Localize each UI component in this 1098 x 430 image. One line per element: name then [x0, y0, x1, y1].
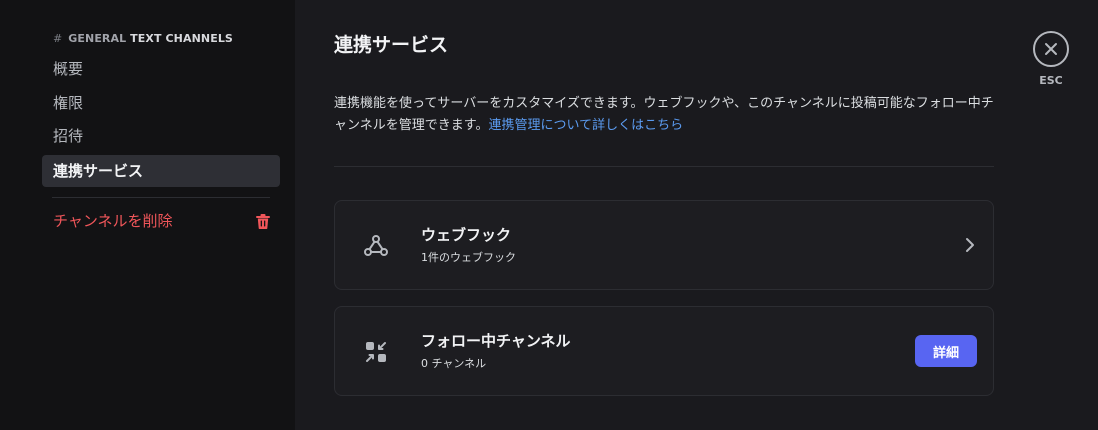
details-button[interactable]: 詳細: [915, 335, 977, 367]
category-name: TEXT CHANNELS: [130, 32, 233, 45]
esc-label: ESC: [1039, 74, 1063, 87]
chevron-right-icon: [966, 238, 974, 252]
close-button[interactable]: [1033, 31, 1069, 67]
followed-channels-count: 0 チャンネル: [421, 357, 487, 370]
sidebar-item-label: 権限: [53, 94, 84, 112]
close-control: ESC: [1033, 31, 1071, 87]
follow-channel-icon: [366, 342, 386, 362]
sidebar-item-overview[interactable]: 概要: [42, 53, 280, 85]
webhooks-count: 1件のウェブフック: [421, 251, 516, 264]
webhook-icon: [364, 235, 388, 256]
sidebar-divider: [52, 197, 270, 198]
learn-more-link[interactable]: 連携管理について詳しくはこちら: [488, 118, 683, 133]
channel-name: GENERAL: [68, 32, 127, 45]
sidebar-item-label: 概要: [53, 60, 84, 78]
webhooks-title: ウェブフック: [421, 226, 512, 244]
sidebar-item-invites[interactable]: 招待: [42, 120, 280, 152]
delete-channel-button[interactable]: チャンネルを削除: [42, 205, 280, 237]
webhooks-card[interactable]: ウェブフック 1件のウェブフック: [334, 200, 994, 290]
hash-icon: #: [53, 32, 63, 45]
sidebar-item-label: 連携サービス: [53, 162, 144, 180]
sidebar-item-integrations[interactable]: 連携サービス: [42, 155, 280, 187]
close-icon: [1045, 43, 1057, 55]
settings-sidebar: # GENERAL TEXT CHANNELS 概要 権限 招待 連携サービス …: [0, 0, 295, 430]
followed-channels-card: フォロー中チャンネル 0 チャンネル 詳細: [334, 306, 994, 396]
page-description: 連携機能を使ってサーバーをカスタマイズできます。ウェブフックや、このチャンネルに…: [334, 93, 1004, 137]
page-title: 連携サービス: [334, 34, 449, 56]
section-divider: [334, 166, 994, 167]
trash-icon: [256, 214, 270, 229]
sidebar-item-permissions[interactable]: 権限: [42, 87, 280, 119]
delete-channel-label: チャンネルを削除: [53, 212, 173, 230]
followed-channels-title: フォロー中チャンネル: [421, 332, 571, 350]
sidebar-item-label: 招待: [53, 127, 84, 145]
sidebar-header: # GENERAL TEXT CHANNELS: [53, 32, 233, 45]
